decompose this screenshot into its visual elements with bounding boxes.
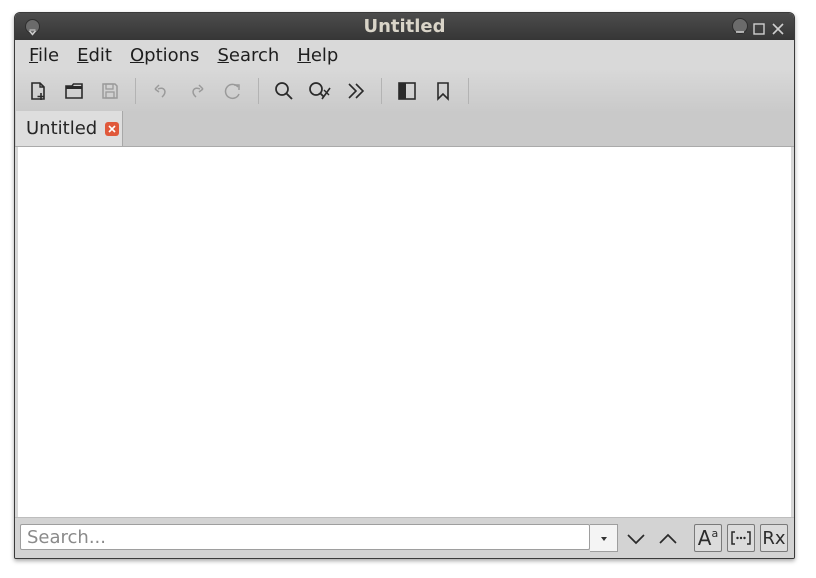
find-next-button[interactable] [622,525,650,553]
find-button[interactable] [271,78,297,104]
maximize-icon [753,23,765,35]
menu-file-accel: F [29,44,39,66]
window-menu-button[interactable] [25,19,40,36]
app-window: Untitled File Edit Options Search Help U… [14,12,795,559]
regex-label: Rx [762,527,786,549]
menu-file-label: ile [38,44,60,66]
menu-help[interactable]: Help [297,45,338,66]
whole-word-icon [731,531,751,545]
menu-options-label: ptions [144,44,200,66]
case-sensitive-sup: a [711,526,719,540]
toolbar [15,70,794,112]
menu-help-accel: H [297,44,311,66]
menu-edit-accel: E [77,44,89,66]
menu-search-label: earch [228,44,280,66]
menu-edit[interactable]: Edit [77,45,112,66]
open-button[interactable] [61,78,87,104]
minimize-icon [736,31,744,33]
chevron-down-icon [627,534,645,545]
reload-button[interactable] [220,78,246,104]
menu-edit-label: dit [88,44,112,66]
more-button[interactable] [343,78,369,104]
tab-bar: Untitled [15,111,794,147]
menu-file[interactable]: File [29,45,59,66]
replace-button[interactable] [307,78,333,104]
double-chevron-right-icon [348,82,365,99]
toolbar-separator [381,77,382,104]
minimize-button[interactable] [732,18,748,34]
menu-options[interactable]: Options [130,45,199,66]
search-history-dropdown[interactable] [590,524,618,552]
new-document-icon [31,81,45,100]
tab-close-icon[interactable] [105,121,120,136]
tab-untitled[interactable]: Untitled [16,111,123,146]
bookmark-icon [437,81,449,101]
close-button[interactable] [770,18,786,35]
menu-options-accel: O [129,44,145,66]
tab-label: Untitled [26,118,98,139]
search-bar: Aa Rx [15,517,794,558]
save-button[interactable] [97,78,123,104]
close-icon [108,124,116,133]
search-input[interactable] [20,524,590,550]
case-sensitive-toggle[interactable]: Aa [694,524,722,552]
find-previous-button[interactable] [654,525,682,553]
new-document-button[interactable] [25,78,51,104]
toolbar-separator [258,77,259,104]
close-icon [772,23,784,35]
window-title: Untitled [363,16,446,37]
title-bar[interactable]: Untitled [15,13,794,40]
menu-help-label: elp [310,44,339,66]
text-editor-area[interactable] [18,147,791,517]
save-icon [102,82,118,99]
dropdown-arrow-icon [600,537,607,541]
menu-search[interactable]: Search [217,45,279,66]
open-folder-icon [65,82,83,99]
sidebar-toggle-icon [398,81,416,100]
find-icon [275,81,293,100]
replace-icon [309,81,331,99]
bookmark-button[interactable] [430,78,456,104]
undo-icon [154,83,166,98]
menu-bar: File Edit Options Search Help [15,40,794,70]
menu-search-accel: S [217,44,229,66]
reload-icon [224,83,240,99]
chevron-down-icon [28,29,37,36]
side-pane-button[interactable] [394,78,420,104]
toolbar-separator [135,77,136,104]
regex-toggle[interactable]: Rx [760,524,788,552]
redo-button[interactable] [184,78,210,104]
chevron-up-icon [659,533,677,544]
whole-word-toggle[interactable] [727,524,755,552]
maximize-button[interactable] [751,18,767,35]
redo-icon [192,83,204,98]
case-sensitive-label: A [697,526,712,550]
toolbar-separator [468,77,469,104]
undo-button[interactable] [148,78,174,104]
